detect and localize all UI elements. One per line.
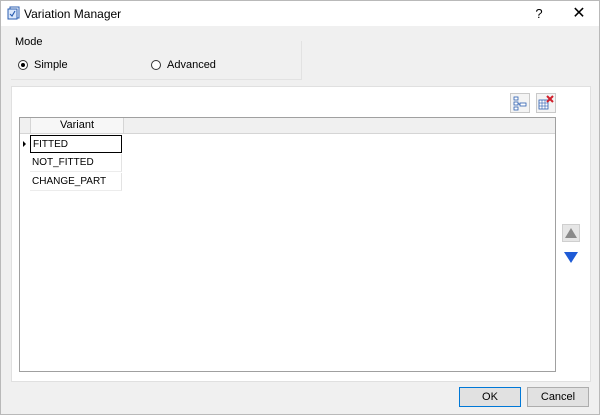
close-button[interactable]: ✕ [559, 1, 599, 26]
delete-variant-icon [538, 95, 554, 110]
add-variant-button[interactable] [510, 93, 530, 113]
radio-advanced-label: Advanced [167, 59, 216, 71]
ok-button[interactable]: OK [459, 387, 521, 407]
variant-cell[interactable]: NOT_FITTED [30, 154, 122, 172]
move-down-icon [564, 252, 578, 263]
table-row[interactable]: CHANGE_PART [20, 173, 122, 191]
move-down-button[interactable] [562, 248, 580, 266]
column-header-variant[interactable]: Variant [30, 118, 124, 133]
radio-simple[interactable]: Simple [18, 58, 68, 72]
variant-grid[interactable]: Variant FITTED NOT_FITTED CHANGE_PART [19, 117, 556, 372]
table-row[interactable]: FITTED [20, 135, 122, 153]
table-row[interactable]: NOT_FITTED [20, 154, 122, 172]
current-row-indicator-icon [23, 141, 26, 147]
radio-advanced[interactable]: Advanced [151, 58, 216, 72]
radio-simple-indicator[interactable] [18, 60, 28, 70]
delete-variant-button[interactable] [536, 93, 556, 113]
radio-simple-label: Simple [34, 59, 68, 71]
variation-manager-dialog: Variation Manager ? ✕ Mode Simple Advanc… [0, 0, 600, 415]
cancel-button[interactable]: Cancel [527, 387, 589, 407]
window-title: Variation Manager [24, 7, 122, 21]
title-bar: Variation Manager ? ✕ [1, 1, 599, 26]
move-up-button[interactable] [562, 224, 580, 242]
radio-advanced-indicator[interactable] [151, 60, 161, 70]
variant-cell[interactable]: FITTED [30, 135, 122, 153]
move-up-icon [565, 228, 577, 238]
add-variant-icon [513, 96, 527, 111]
app-icon [7, 6, 21, 20]
help-button[interactable]: ? [519, 1, 559, 26]
variant-cell[interactable]: CHANGE_PART [30, 173, 122, 191]
